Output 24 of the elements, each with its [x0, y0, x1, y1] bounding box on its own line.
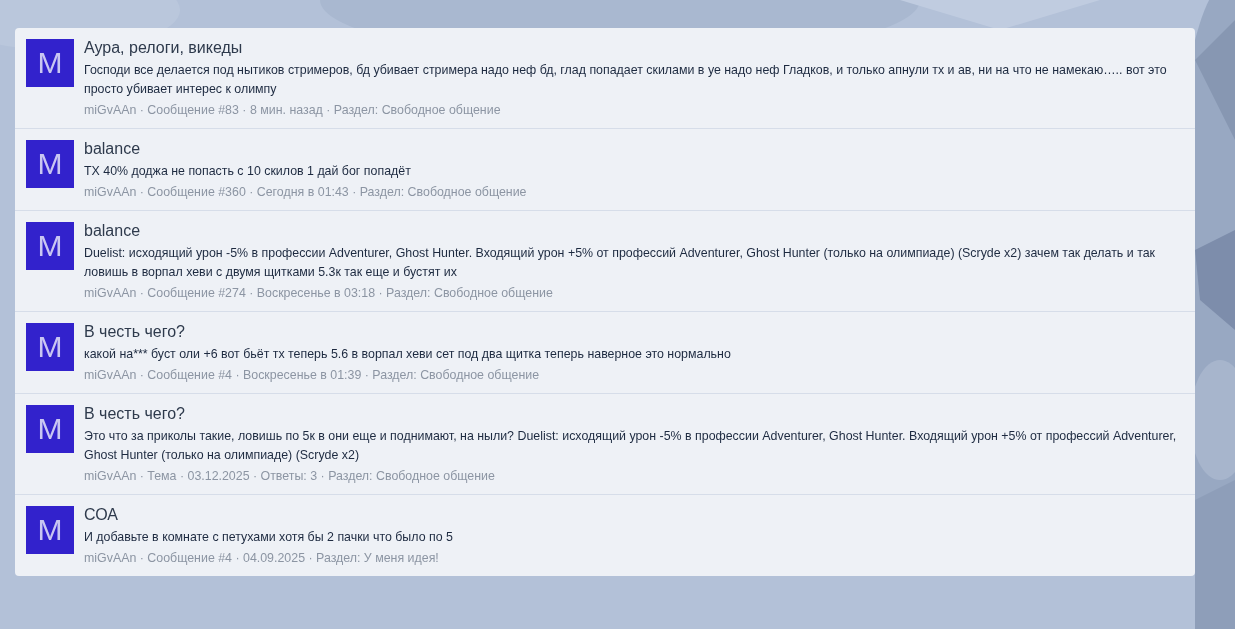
result-meta: miGvAAn · Сообщение #274 · Воскресенье в 03:18 · Раздел: Свободное общение: [84, 286, 554, 300]
result-snippet: Это что за приколы такие, ловишь по 5к в они еще и поднимают, на ныли? Duelist: исходящий урон -5% в профессии Adventurer, Ghost Hunter. Входящий урон +5% от профессий Adventurer, Ghost Hunter (только на олимпиаде) (Scryde x2): [84, 428, 1178, 464]
result-title[interactable]: СОА: [84, 506, 453, 524]
result-snippet: какой на*** буст оли +6 вот бьёт тх теперь 5.6 в ворпал хеви сет под два щитка теперь наверное это нормально: [84, 346, 731, 363]
avatar[interactable]: M: [26, 222, 74, 270]
result-title[interactable]: balance: [84, 140, 527, 158]
result-meta: miGvAAn · Сообщение #83 · 8 мин. назад · Раздел: Свободное общение: [84, 103, 502, 117]
result-meta: miGvAAn · Сообщение #360 · Сегодня в 01:43 · Раздел: Свободное общение: [84, 185, 527, 199]
avatar[interactable]: M: [26, 323, 74, 371]
result-meta: miGvAAn · Сообщение #4 · 04.09.2025 · Раздел: У меня идея!: [84, 551, 440, 565]
result-title[interactable]: В честь чего?: [84, 323, 731, 341]
avatar[interactable]: M: [26, 39, 74, 87]
result-title[interactable]: Аура, релоги, викеды: [84, 39, 1185, 57]
avatar[interactable]: M: [26, 140, 74, 188]
result-snippet: ТХ 40% доджа не попасть с 10 скилов 1 дай бог попадёт: [84, 163, 412, 180]
result-meta: miGvAAn · Сообщение #4 · Воскресенье в 01:39 · Раздел: Свободное общение: [84, 368, 541, 382]
result-meta: miGvAAn · Тема · 03.12.2025 · Ответы: 3 · Раздел: Свободное общение: [84, 469, 496, 483]
result-snippet: Duelist: исходящий урон -5% в профессии Adventurer, Ghost Hunter. Входящий урон +5% от профессий Adventurer, Ghost Hunter (только на олимпиаде) (Scryde x2) зачем так делать и так ловишь в ворпал хеви с двумя щитками 5.3к так еще и бустят их: [84, 245, 1156, 281]
result-snippet: Господи все делается под нытиков стримеров, бд убивает стримера надо неф бд, глад попадает скилами в уе надо неф Гладков, и только апнули тх и ав, ни на что не намекаю….. вот это просто убивает интерес к олимпу: [84, 62, 1168, 98]
result-title[interactable]: В честь чего?: [84, 405, 1185, 423]
avatar[interactable]: M: [26, 405, 74, 453]
result-title[interactable]: balance: [84, 222, 1185, 240]
avatar[interactable]: M: [26, 506, 74, 554]
result-snippet: И добавьте в комнате с петухами хотя бы 2 пачки что было по 5: [84, 529, 453, 546]
